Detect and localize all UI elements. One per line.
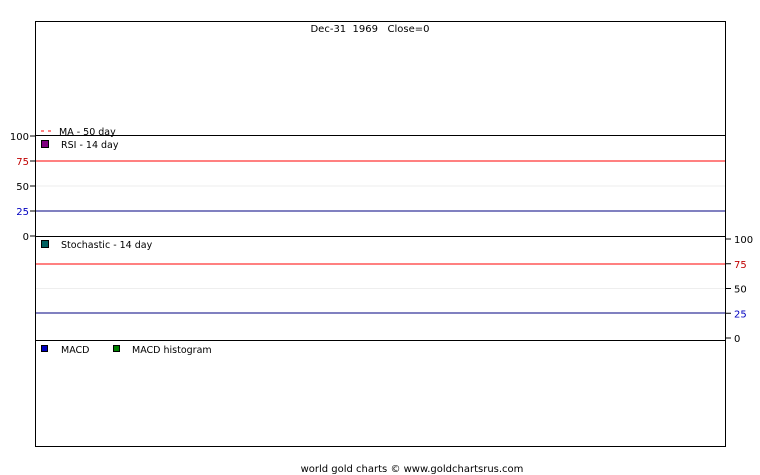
stochastic-y-axis: 100 75 50 25 0 <box>726 235 753 345</box>
stochastic-panel: Stochastic - 14 day 100 75 50 25 0 <box>35 235 753 345</box>
macd-panel: MACD MACD histogram <box>35 340 726 356</box>
rsi-tick-label: 50 <box>16 182 29 193</box>
stochastic-legend-swatch <box>41 240 49 248</box>
price-legend: MA - 50 day <box>41 127 116 138</box>
rsi-tick-label: 75 <box>16 157 29 168</box>
rsi-tick-label: 25 <box>16 207 29 218</box>
stochastic-tick-label: 0 <box>734 334 740 345</box>
macd-histogram-legend-label: MACD histogram <box>132 345 212 356</box>
stochastic-tick-label: 100 <box>734 235 753 246</box>
rsi-tick-label: 100 <box>10 132 29 143</box>
rsi-y-axis: 100 75 50 25 0 <box>10 132 35 243</box>
macd-histogram-legend-swatch <box>113 345 120 352</box>
stochastic-tick-label: 75 <box>734 260 747 271</box>
chart-canvas: Dec-31 1969 Close=0 MA - 50 day RSI - 14… <box>10 21 753 475</box>
rsi-tick-label: 0 <box>23 232 29 243</box>
ma-legend-label: MA - 50 day <box>59 127 116 138</box>
chart-footer: world gold charts © www.goldchartsrus.co… <box>301 464 524 475</box>
macd-legend-swatch <box>41 345 48 352</box>
chart-frame <box>35 21 726 447</box>
rsi-legend-label: RSI - 14 day <box>61 140 119 151</box>
stochastic-tick-label: 50 <box>734 285 747 296</box>
rsi-legend-swatch <box>41 140 49 148</box>
stochastic-tick-label: 25 <box>734 309 747 320</box>
chart-header: Dec-31 1969 Close=0 <box>310 24 429 35</box>
macd-legend-label: MACD <box>61 345 89 356</box>
stochastic-legend-label: Stochastic - 14 day <box>61 240 153 251</box>
rsi-panel: RSI - 14 day 100 75 50 25 0 <box>10 132 726 243</box>
